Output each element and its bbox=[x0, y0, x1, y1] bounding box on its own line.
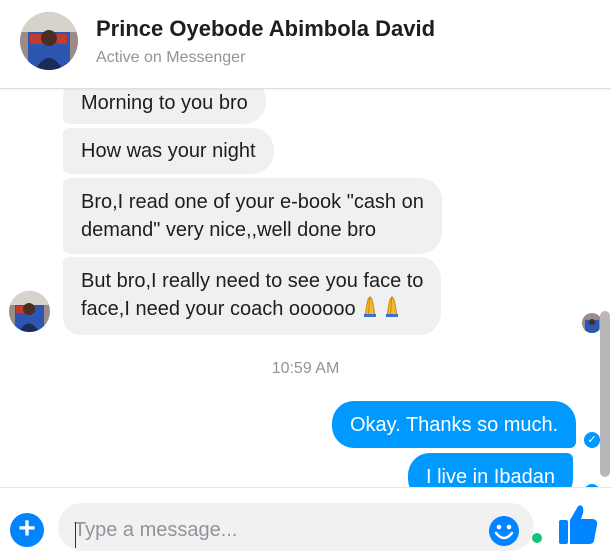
message-text: Okay. Thanks so much. bbox=[350, 414, 559, 436]
emoji-icon[interactable] bbox=[488, 515, 520, 547]
conversation-header: Prince Oyebode Abimbola David Active on … bbox=[0, 0, 611, 89]
incoming-message[interactable]: Bro,I read one of your e-book "cash on d… bbox=[63, 178, 442, 254]
contact-status: Active on Messenger bbox=[96, 49, 246, 66]
seen-avatar bbox=[582, 313, 602, 333]
check-icon: ✓ bbox=[584, 432, 600, 448]
message-input-container[interactable] bbox=[58, 503, 542, 551]
message-line: face,I need your coach oooooo bbox=[81, 298, 356, 320]
message-text: Morning to you bro bbox=[81, 92, 248, 114]
add-icon[interactable]: + bbox=[10, 513, 44, 547]
incoming-message[interactable]: Morning to you bro bbox=[63, 89, 266, 124]
message-line: But bro,I really need to see you face to bbox=[81, 270, 424, 292]
message-timestamp: 10:59 AM bbox=[271, 360, 340, 377]
contact-name[interactable]: Prince Oyebode Abimbola David bbox=[96, 16, 435, 42]
text-caret bbox=[75, 522, 76, 548]
sender-avatar[interactable] bbox=[9, 291, 50, 332]
outgoing-message[interactable]: I live in Ibadan bbox=[408, 453, 573, 487]
message-text: I live in Ibadan bbox=[426, 466, 555, 487]
outgoing-message[interactable]: Okay. Thanks so much. bbox=[332, 401, 577, 448]
message-composer: + bbox=[0, 487, 611, 551]
message-line: demand" very nice,,well done bro bbox=[81, 219, 377, 241]
scrollbar-thumb[interactable] bbox=[600, 311, 610, 477]
message-input[interactable] bbox=[74, 513, 474, 547]
message-line: Bro,I read one of your e-book "cash on bbox=[81, 191, 424, 213]
praying-hands-emoji bbox=[359, 295, 403, 325]
online-indicator bbox=[532, 533, 542, 543]
incoming-message[interactable]: How was your night bbox=[63, 128, 274, 174]
message-text: How was your night bbox=[81, 140, 256, 162]
message-list[interactable]: Morning to you bro How was your night Br… bbox=[0, 89, 611, 487]
contact-avatar[interactable] bbox=[20, 12, 78, 70]
incoming-message[interactable]: But bro,I really need to see you face to… bbox=[63, 257, 442, 335]
thumbs-up-icon[interactable] bbox=[555, 504, 599, 544]
